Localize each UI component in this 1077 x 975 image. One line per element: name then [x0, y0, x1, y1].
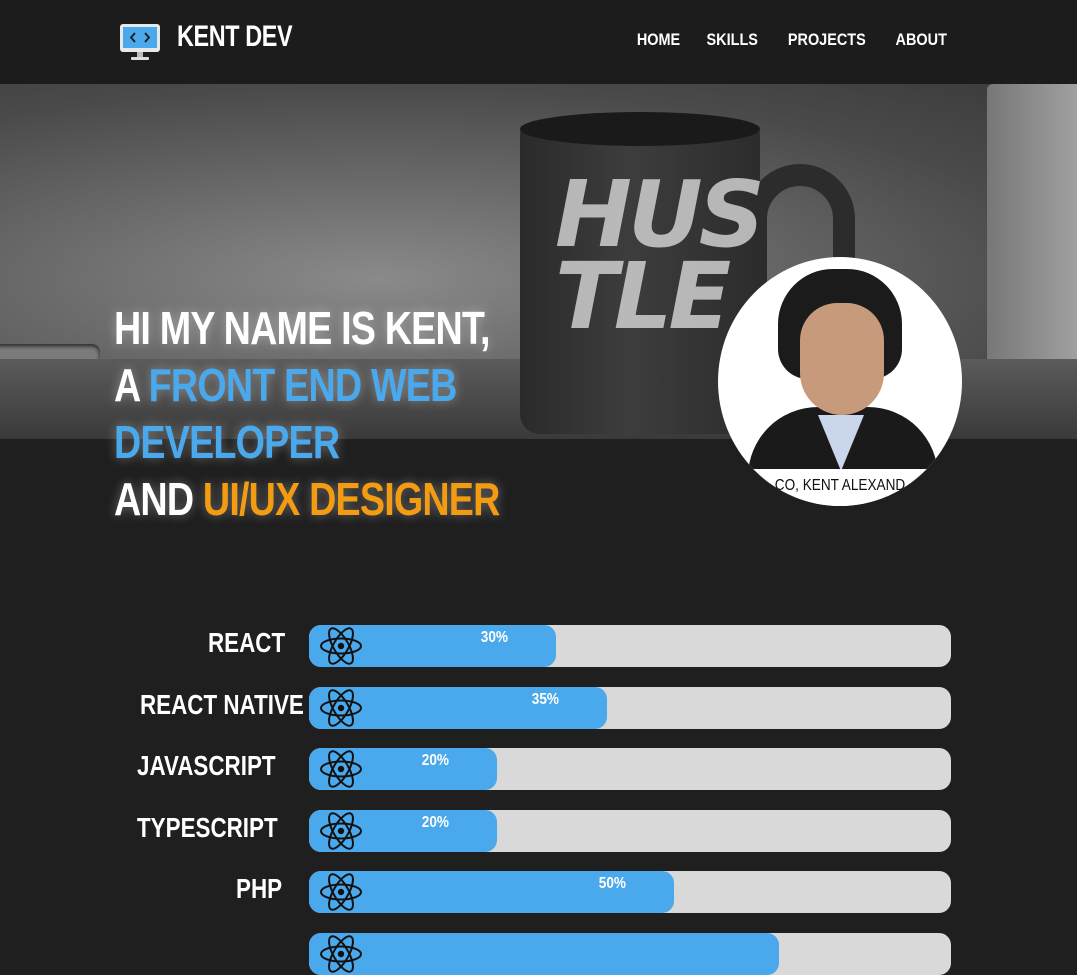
skill-label: REACT — [208, 627, 286, 658]
monitor-code-icon[interactable] — [118, 22, 162, 62]
nav-skills-link[interactable]: SKILLS — [707, 30, 758, 50]
react-atom-icon — [319, 872, 363, 912]
skill-label: JAVASCRIPT — [137, 750, 276, 781]
headline-line-3: DEVELOPER — [114, 416, 340, 468]
photo-face — [800, 303, 884, 415]
logo-text[interactable]: KENT DEV — [177, 20, 293, 54]
nav-about-link[interactable]: ABOUT — [895, 30, 946, 50]
react-atom-icon — [319, 934, 363, 974]
photo-caption: CO, KENT ALEXAND — [736, 469, 944, 506]
headline-and: AND — [114, 473, 203, 525]
skill-label: REACT NATIVE — [140, 689, 304, 720]
skill-percent-label: 20% — [421, 752, 450, 769]
skill-percent-label: 35% — [531, 691, 560, 708]
skill-progress-track — [309, 933, 951, 975]
nav-projects-link[interactable]: PROJECTS — [788, 30, 866, 50]
skill-progress-track: 20% — [309, 810, 951, 852]
skill-percent-label: 20% — [421, 814, 450, 831]
react-atom-icon — [319, 811, 363, 851]
headline-line-2: A FRONT END WEB — [114, 357, 500, 414]
react-atom-icon — [319, 688, 363, 728]
skill-label: TYPESCRIPT — [137, 812, 278, 843]
headline-a: A — [114, 359, 149, 411]
skill-progress-track: 35% — [309, 687, 951, 729]
laptop-decoration — [987, 84, 1077, 384]
skill-percent-label: 30% — [480, 629, 509, 646]
mug-lettering: HUS TLE — [555, 161, 765, 350]
skill-progress-track: 50% — [309, 871, 951, 913]
skill-label: PHP — [236, 873, 283, 904]
nav-links: HOME SKILLS PROJECTS ABOUT — [633, 30, 951, 50]
skill-percent-label: 50% — [598, 875, 627, 892]
mug-rim — [520, 112, 760, 146]
skill-progress-track: 30% — [309, 625, 951, 667]
react-atom-icon — [319, 749, 363, 789]
skill-progress-fill — [309, 933, 779, 975]
navbar: KENT DEV HOME SKILLS PROJECTS ABOUT — [0, 0, 1077, 84]
react-atom-icon — [319, 626, 363, 666]
headline-role-1: FRONT END WEB — [148, 359, 458, 411]
headline-role-2: UI/UX DESIGNER — [202, 473, 500, 525]
headline-line-1: HI MY NAME IS KENT, — [114, 302, 490, 354]
headline-line-4: AND UI/UX DESIGNER — [114, 471, 500, 528]
skill-progress-track: 20% — [309, 748, 951, 790]
profile-photo: CO, KENT ALEXAND — [718, 257, 962, 506]
nav-home-link[interactable]: HOME — [637, 30, 680, 50]
hero-headline: HI MY NAME IS KENT, A FRONT END WEB DEVE… — [114, 300, 500, 528]
